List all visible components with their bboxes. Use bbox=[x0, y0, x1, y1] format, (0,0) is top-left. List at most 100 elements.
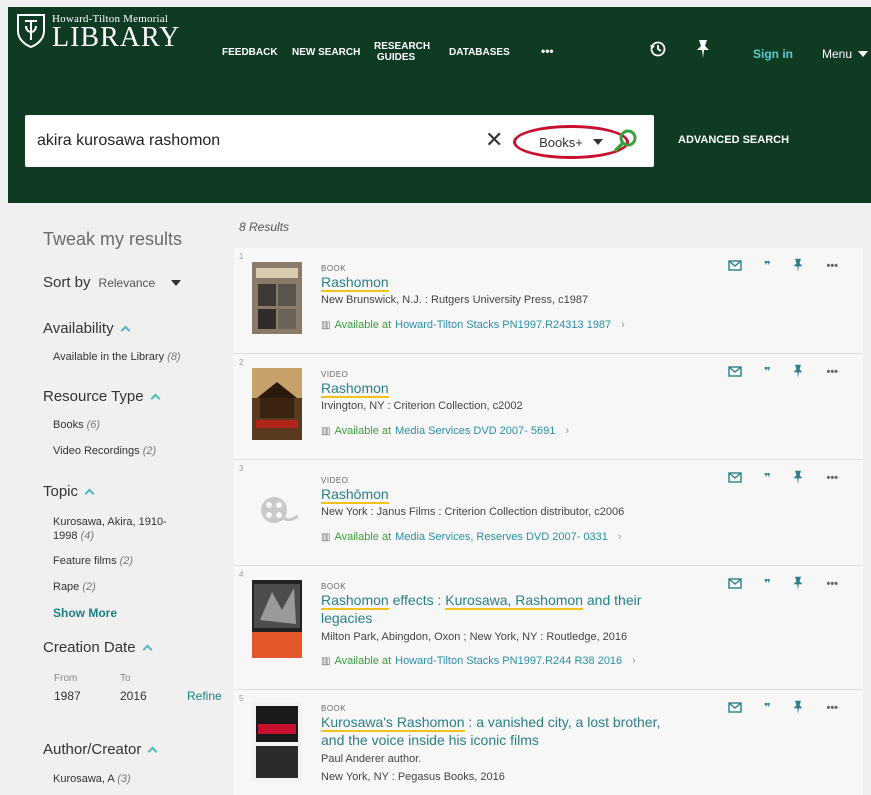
facet-author[interactable]: Author/Creator bbox=[43, 741, 158, 758]
email-icon[interactable] bbox=[728, 472, 742, 483]
availability-line[interactable]: ▥ Available at Howard-Tilton Stacks PN19… bbox=[321, 655, 636, 667]
result-type: VIDEO bbox=[321, 476, 349, 485]
facet-item[interactable]: Kurosawa, A (3) bbox=[53, 773, 131, 785]
chevron-up-icon bbox=[150, 393, 161, 404]
facet-availability[interactable]: Availability bbox=[43, 320, 131, 337]
nav-more[interactable]: ••• bbox=[541, 45, 554, 57]
chevron-right-icon: › bbox=[632, 655, 636, 667]
email-icon[interactable] bbox=[728, 702, 742, 713]
chevron-up-icon bbox=[120, 325, 131, 336]
result-actions: ❞ ••• bbox=[728, 470, 838, 485]
facet-title: Creation Date bbox=[43, 639, 136, 656]
date-to-input[interactable]: 2016 bbox=[120, 689, 147, 703]
citation-icon[interactable]: ❞ bbox=[764, 701, 770, 714]
facet-resource-type[interactable]: Resource Type bbox=[43, 388, 161, 405]
book-icon: ▥ bbox=[321, 531, 331, 543]
email-icon[interactable] bbox=[728, 260, 742, 271]
nav-new-search[interactable]: NEW SEARCH bbox=[292, 47, 360, 58]
tweak-heading: Tweak my results bbox=[43, 229, 183, 249]
result-card[interactable]: 1 BOOK Rashomon New Brunswick, N.J. : Ru… bbox=[234, 248, 863, 354]
result-card[interactable]: 4 BOOK Rashomon effects : Kurosawa, Rash… bbox=[234, 566, 863, 690]
show-more-link[interactable]: Show More bbox=[53, 606, 117, 620]
shield-icon bbox=[17, 14, 45, 49]
more-actions-icon[interactable]: ••• bbox=[826, 702, 838, 714]
facet-item[interactable]: Available in the Library (8) bbox=[53, 351, 181, 363]
nav-feedback[interactable]: FEEDBACK bbox=[222, 47, 278, 58]
clear-icon[interactable]: ✕ bbox=[485, 128, 503, 152]
facet-title: Resource Type bbox=[43, 388, 144, 405]
facet-item[interactable]: Kurosawa, Akira, 1910- 1998 (4) bbox=[53, 515, 167, 543]
book-cover-thumbnail[interactable] bbox=[252, 702, 302, 782]
result-type: BOOK bbox=[321, 704, 347, 713]
result-author: Paul Anderer author. bbox=[321, 753, 422, 765]
book-cover-thumbnail[interactable] bbox=[252, 580, 302, 658]
facet-title: Topic bbox=[43, 483, 79, 500]
advanced-search-link[interactable]: ADVANCED SEARCH bbox=[678, 134, 789, 146]
citation-icon[interactable]: ❞ bbox=[764, 365, 770, 378]
refine-button[interactable]: Refine bbox=[187, 689, 222, 703]
book-icon: ▥ bbox=[321, 319, 331, 331]
pin-icon[interactable] bbox=[792, 700, 804, 715]
scope-select[interactable]: Books+ bbox=[513, 125, 629, 159]
citation-icon[interactable]: ❞ bbox=[764, 259, 770, 272]
pin-icon[interactable] bbox=[792, 576, 804, 591]
facet-item[interactable]: Video Recordings (2) bbox=[53, 445, 156, 457]
result-card[interactable]: 5 BOOK Kurosawa's Rashomon : a vanished … bbox=[234, 690, 863, 795]
menu-label: Menu bbox=[822, 47, 853, 61]
pin-icon[interactable] bbox=[792, 364, 804, 379]
sign-in-link[interactable]: Sign in bbox=[753, 47, 793, 61]
book-cover-thumbnail[interactable] bbox=[252, 262, 302, 334]
result-title[interactable]: Rashōmon bbox=[321, 485, 681, 504]
citation-icon[interactable]: ❞ bbox=[764, 471, 770, 484]
menu-button[interactable]: Menu bbox=[822, 47, 869, 61]
more-actions-icon[interactable]: ••• bbox=[826, 472, 838, 484]
logo-title: LIBRARY bbox=[52, 22, 181, 53]
facet-topic[interactable]: Topic bbox=[43, 483, 95, 500]
result-card[interactable]: 2 VIDEO Rashomon Irvington, NY : Criteri… bbox=[234, 354, 863, 460]
chevron-right-icon: › bbox=[621, 319, 625, 331]
result-number: 5 bbox=[239, 694, 244, 703]
availability-line[interactable]: ▥ Available at Media Services, Reserves … bbox=[321, 531, 622, 543]
result-title[interactable]: Rashomon effects : Kurosawa, Rashomon an… bbox=[321, 591, 661, 627]
result-type: BOOK bbox=[321, 582, 347, 591]
more-actions-icon[interactable]: ••• bbox=[826, 578, 838, 590]
facet-item[interactable]: Feature films (2) bbox=[53, 555, 133, 567]
pin-icon[interactable] bbox=[695, 39, 711, 59]
facet-title: Availability bbox=[43, 320, 114, 337]
book-icon: ▥ bbox=[321, 425, 331, 437]
nav-research-guides[interactable]: RESEARCH GUIDES bbox=[374, 41, 430, 63]
result-card[interactable]: 3 VIDEO Rashōmon New York : Janus Films … bbox=[234, 460, 863, 566]
pin-icon[interactable] bbox=[792, 258, 804, 273]
date-from-input[interactable]: 1987 bbox=[54, 689, 81, 703]
email-icon[interactable] bbox=[728, 578, 742, 589]
book-icon: ▥ bbox=[321, 655, 331, 667]
result-title[interactable]: Rashomon bbox=[321, 273, 681, 292]
email-icon[interactable] bbox=[728, 366, 742, 377]
result-actions: ❞ ••• bbox=[728, 258, 838, 273]
facet-item[interactable]: Books (6) bbox=[53, 419, 100, 431]
more-actions-icon[interactable]: ••• bbox=[826, 366, 838, 378]
result-publication: Irvington, NY : Criterion Collection, c2… bbox=[321, 400, 523, 412]
sort-value: Relevance bbox=[98, 275, 156, 290]
result-actions: ❞ ••• bbox=[728, 700, 838, 715]
library-logo[interactable]: Howard-Tilton Memorial LIBRARY bbox=[16, 13, 181, 53]
search-icon[interactable] bbox=[613, 128, 639, 154]
sort-control[interactable]: Sort by Relevance bbox=[43, 274, 182, 291]
facet-creation-date[interactable]: Creation Date bbox=[43, 639, 153, 656]
result-title[interactable]: Rashomon bbox=[321, 379, 681, 398]
search-input[interactable] bbox=[37, 129, 457, 153]
video-cover-thumbnail[interactable] bbox=[252, 368, 302, 440]
history-icon[interactable] bbox=[649, 40, 667, 58]
film-reel-icon[interactable] bbox=[252, 474, 302, 546]
result-publication: New Brunswick, N.J. : Rutgers University… bbox=[321, 294, 589, 306]
facet-item[interactable]: Rape (2) bbox=[53, 581, 96, 593]
nav-databases[interactable]: DATABASES bbox=[449, 47, 510, 58]
availability-line[interactable]: ▥ Available at Howard-Tilton Stacks PN19… bbox=[321, 319, 625, 331]
availability-line[interactable]: ▥ Available at Media Services DVD 2007- … bbox=[321, 425, 569, 437]
citation-icon[interactable]: ❞ bbox=[764, 577, 770, 590]
more-actions-icon[interactable]: ••• bbox=[826, 260, 838, 272]
search-box: ✕ Books+ bbox=[25, 115, 654, 167]
chevron-right-icon: › bbox=[617, 531, 622, 543]
result-title[interactable]: Kurosawa's Rashomon : a vanished city, a… bbox=[321, 713, 681, 749]
pin-icon[interactable] bbox=[792, 470, 804, 485]
